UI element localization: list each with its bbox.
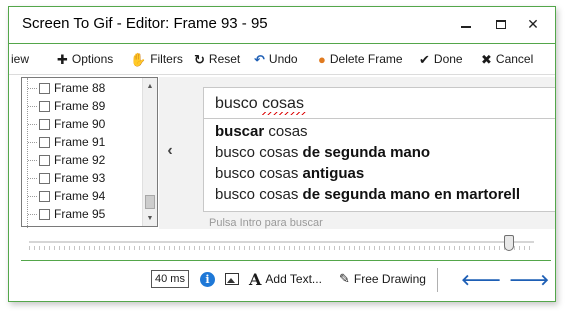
frame-checkbox[interactable]	[39, 136, 50, 148]
slider-thumb[interactable]	[504, 235, 514, 251]
cancel-button[interactable]: ✖ Cancel	[481, 44, 533, 74]
frame-delay-field[interactable]: 40 ms	[151, 270, 189, 288]
hand-icon: ✋	[130, 51, 147, 67]
previous-button[interactable]: 🡐	[461, 265, 501, 293]
frame-label: Frame 93	[54, 171, 106, 185]
suggestion-item[interactable]: buscar cosas	[215, 123, 308, 145]
title-bar: Screen To Gif - Editor: Frame 93 - 95 ✕	[9, 7, 555, 41]
frame-checkbox[interactable]	[39, 100, 50, 112]
info-icon: i	[200, 271, 215, 287]
toolbar: iew ✚ Options ✋ Filters ↻ Reset ↶ Undo ●…	[9, 43, 555, 75]
filters-label: Filters	[150, 52, 183, 66]
image-icon	[225, 273, 239, 285]
search-hint: Pulsa Intro para buscar	[209, 217, 323, 229]
frame-label: Frame 94	[54, 189, 106, 203]
window-title: Screen To Gif - Editor: Frame 93 - 95	[22, 15, 268, 32]
undo-button[interactable]: ↶ Undo	[254, 44, 298, 74]
reset-button[interactable]: ↻ Reset	[194, 44, 240, 74]
spellcheck-underline	[262, 112, 306, 115]
search-text: busco cosas	[215, 95, 304, 112]
separator	[437, 268, 438, 292]
frame-list[interactable]: Frame 88 Frame 89 Frame 90 Frame 91 Fram…	[21, 77, 158, 228]
arrow-right-icon: 🡒	[509, 271, 550, 289]
free-drawing-label: Free Drawing	[353, 272, 426, 286]
info-button[interactable]: i	[200, 265, 215, 293]
cancel-icon: ✖	[481, 51, 492, 67]
suggestion-list: buscar cosas busco cosas de segunda mano…	[203, 119, 555, 212]
divider	[21, 260, 551, 261]
done-button[interactable]: ✔ Done	[419, 44, 463, 74]
undo-label: Undo	[268, 52, 298, 66]
frame-label: Frame 92	[54, 153, 106, 167]
close-icon: ✕	[527, 15, 539, 32]
slider-track	[29, 241, 534, 243]
frame-checkbox[interactable]	[39, 118, 50, 130]
minimize-button[interactable]	[452, 11, 480, 37]
scroll-down-icon[interactable]: ▼	[143, 211, 157, 225]
frame-label: Frame 89	[54, 99, 106, 113]
frame-item[interactable]: Frame 89	[22, 97, 105, 115]
frame-checkbox[interactable]	[39, 154, 50, 166]
frame-label: Frame 95	[54, 207, 106, 221]
frame-item[interactable]: Frame 92	[22, 151, 105, 169]
frame-list-scrollbar[interactable]: ▲ ▼	[142, 78, 157, 226]
delete-frame-label: Delete Frame	[329, 52, 403, 66]
frame-item[interactable]: Frame 95	[22, 205, 105, 223]
frame-item[interactable]: Frame 91	[22, 133, 105, 151]
frame-checkbox[interactable]	[39, 172, 50, 184]
maximize-icon	[496, 19, 506, 29]
search-input[interactable]: busco cosas	[203, 87, 555, 119]
maximize-button[interactable]	[487, 11, 515, 37]
next-button[interactable]: 🡒	[509, 265, 549, 293]
add-text-button[interactable]: A Add Text...	[249, 265, 322, 293]
minimize-icon	[461, 26, 471, 28]
reset-label: Reset	[208, 52, 241, 66]
bottom-bar: 40 ms i A Add Text... ✎ Free Drawing 🡐 🡒	[9, 265, 555, 295]
add-text-label: Add Text...	[265, 272, 322, 286]
plus-icon: ✚	[57, 51, 68, 67]
frame-checkbox[interactable]	[39, 190, 50, 202]
previous-frame-icon[interactable]: ‹	[163, 140, 177, 162]
frame-label: Frame 90	[54, 117, 106, 131]
frame-checkbox[interactable]	[39, 82, 50, 94]
frame-label: Frame 91	[54, 135, 106, 149]
frame-preview: ‹ busco cosas buscar cosas busco cosas d…	[159, 77, 555, 229]
done-label: Done	[433, 52, 463, 66]
arrow-left-icon: 🡐	[461, 271, 502, 289]
image-button[interactable]	[225, 265, 239, 293]
frame-item[interactable]: Frame 88	[22, 79, 105, 97]
check-icon: ✔	[419, 51, 430, 67]
frame-item[interactable]: Frame 93	[22, 169, 105, 187]
filters-button[interactable]: ✋ Filters	[130, 44, 183, 74]
delete-icon: ●	[318, 51, 326, 67]
close-button[interactable]: ✕	[519, 11, 547, 37]
options-button[interactable]: ✚ Options	[57, 44, 113, 74]
cancel-label: Cancel	[495, 52, 534, 66]
suggestion-item[interactable]: busco cosas de segunda mano	[215, 144, 430, 166]
frame-checkbox[interactable]	[39, 208, 50, 220]
pen-icon: ✎	[339, 271, 350, 286]
scroll-up-icon[interactable]: ▲	[143, 79, 157, 93]
frame-item[interactable]: Frame 94	[22, 187, 105, 205]
frame-label: Frame 88	[54, 81, 106, 95]
frame-slider[interactable]	[29, 235, 534, 255]
frame-item[interactable]: Frame 90	[22, 115, 105, 133]
suggestion-item[interactable]: busco cosas de segunda mano en martorell	[215, 186, 520, 208]
view-button[interactable]: iew	[11, 44, 29, 74]
editor-window: Screen To Gif - Editor: Frame 93 - 95 ✕ …	[8, 6, 556, 302]
undo-icon: ↶	[254, 51, 265, 67]
free-drawing-button[interactable]: ✎ Free Drawing	[339, 265, 426, 293]
delete-frame-button[interactable]: ● Delete Frame	[318, 44, 403, 74]
view-label: iew	[11, 52, 30, 66]
scrollbar-thumb[interactable]	[145, 195, 155, 209]
suggestion-item[interactable]: busco cosas antiguas	[215, 165, 364, 187]
reset-icon: ↻	[194, 51, 205, 67]
text-icon: A	[249, 269, 262, 289]
slider-ticks	[29, 246, 534, 250]
options-label: Options	[71, 52, 114, 66]
